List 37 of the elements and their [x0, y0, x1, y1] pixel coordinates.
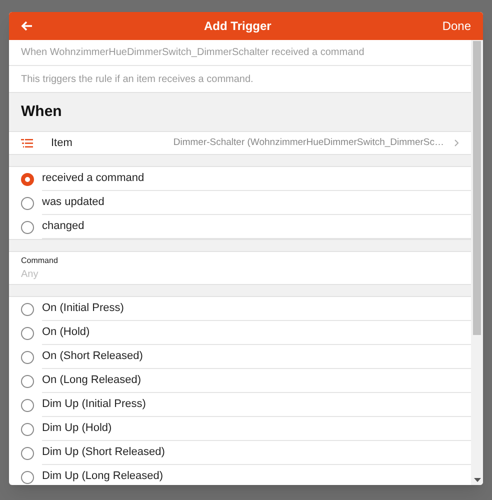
radio-icon[interactable]	[21, 196, 34, 210]
dialog-title: Add Trigger	[202, 18, 272, 35]
radio-icon[interactable]	[21, 446, 34, 460]
radio-icon[interactable]	[21, 470, 34, 484]
scroll-thumb[interactable]	[473, 41, 481, 335]
list-icon	[21, 138, 33, 148]
back-arrow-icon[interactable]	[21, 21, 33, 31]
radio-icon[interactable]	[21, 422, 34, 436]
option-label[interactable]: Dim Up (Initial Press)	[42, 396, 146, 413]
chevron-right-icon	[454, 139, 459, 147]
option-label[interactable]: On (Hold)	[42, 324, 90, 341]
radio-icon[interactable]	[21, 220, 34, 234]
option-label[interactable]: Dim Up (Long Released)	[42, 468, 164, 485]
radio-icon[interactable]	[21, 398, 34, 412]
radio-selected-icon[interactable]	[21, 172, 34, 186]
option-label[interactable]: On (Long Released)	[42, 372, 142, 389]
done-button[interactable]: Done	[442, 17, 471, 35]
radio-icon[interactable]	[21, 326, 34, 340]
scrollbar[interactable]	[471, 40, 483, 485]
option-label[interactable]: was updated	[42, 194, 104, 211]
option-label[interactable]: Dim Up (Hold)	[42, 420, 112, 437]
trigger-description: This triggers the rule if an item receives a command.	[21, 72, 254, 86]
trigger-summary: When WohnzimmerHueDimmerSwitch_DimmerSchalter received a command	[21, 46, 364, 60]
radio-icon[interactable]	[21, 302, 34, 316]
scroll-down-icon[interactable]	[474, 478, 480, 482]
radio-icon[interactable]	[21, 350, 34, 364]
option-label[interactable]: changed	[42, 218, 84, 235]
section-title: When	[21, 102, 62, 122]
option-label[interactable]: On (Short Released)	[42, 348, 143, 365]
radio-icon[interactable]	[21, 374, 34, 388]
item-value: Dimmer-Schalter (WohnzimmerHueDimmerSwitch_DimmerSc…	[172, 136, 444, 150]
option-label[interactable]: Dim Up (Short Released)	[42, 444, 165, 461]
command-input[interactable]: Any	[21, 266, 459, 282]
field-label: Command	[21, 254, 59, 266]
item-label: Item	[51, 136, 72, 151]
option-label[interactable]: received a command	[42, 170, 144, 187]
option-label[interactable]: On (Initial Press)	[42, 300, 124, 317]
